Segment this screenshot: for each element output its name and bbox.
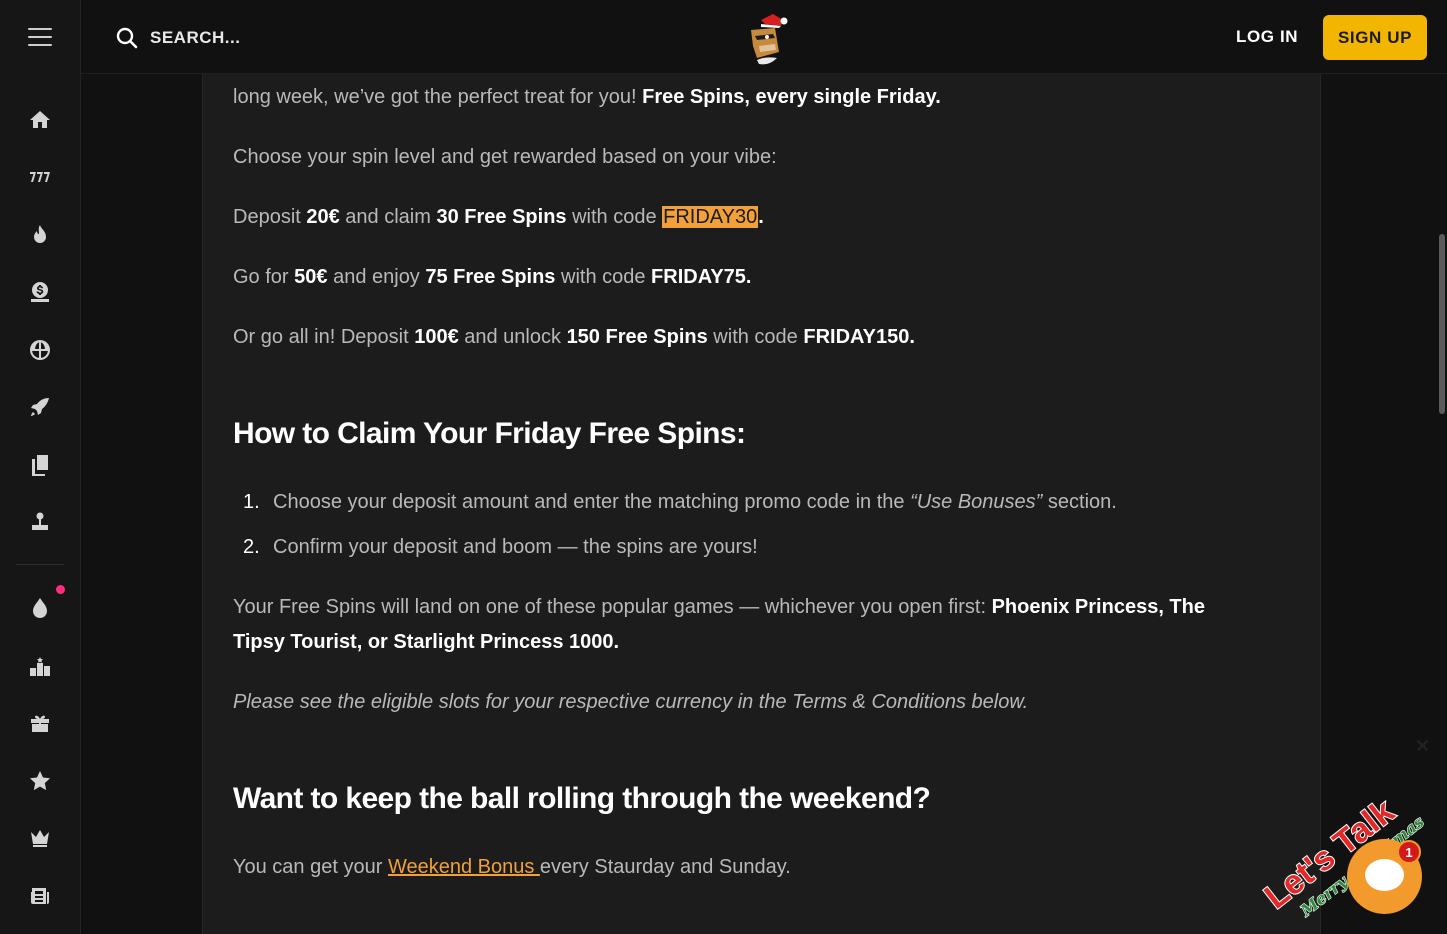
- claim-heading: How to Claim Your Friday Free Spins:: [233, 417, 746, 450]
- games-paragraph-cont: Tipsy Tourist, or Starlight Princess 100…: [233, 631, 620, 653]
- podium-icon[interactable]: [24, 651, 56, 683]
- basketball-icon[interactable]: [24, 334, 56, 366]
- step-number: 2.: [243, 536, 260, 558]
- notification-dot: [56, 585, 65, 594]
- search-icon: [116, 27, 138, 49]
- star-icon[interactable]: [24, 765, 56, 797]
- gift-icon[interactable]: [24, 707, 56, 739]
- chat-close-icon[interactable]: ✕: [1415, 736, 1430, 757]
- logo-icon[interactable]: [739, 6, 791, 68]
- menu-icon[interactable]: [28, 28, 52, 48]
- signup-button[interactable]: SIGN UP: [1323, 15, 1427, 60]
- fire-icon[interactable]: [24, 219, 56, 251]
- tier-100-paragraph: Or go all in! Deposit 100€ and unlock 15…: [233, 326, 915, 348]
- list-item: Confirm your deposit and boom — the spin…: [273, 536, 758, 558]
- spin-level-paragraph: Choose your spin level and get rewarded …: [233, 146, 777, 168]
- promo-code-friday75: FRIDAY75.: [651, 266, 752, 288]
- chat-unread-badge: 1: [1397, 840, 1421, 864]
- tier-50-paragraph: Go for 50€ and enjoy 75 Free Spins with …: [233, 266, 752, 288]
- search-bar[interactable]: SEARCH...: [115, 24, 240, 52]
- intro-paragraph: long week, we’ve got the perfect treat f…: [233, 86, 941, 108]
- search-input[interactable]: SEARCH...: [150, 28, 240, 48]
- lets-talk-banner[interactable]: Let's Talk Merry Christmas: [1258, 745, 1443, 925]
- news-icon[interactable]: [24, 880, 56, 912]
- login-button[interactable]: LOG IN: [1236, 27, 1298, 47]
- cards-icon[interactable]: [24, 449, 56, 481]
- tier-20-paragraph: Deposit 20€ and claim 30 Free Spins with…: [233, 206, 764, 228]
- promo-code-friday150: FRIDAY150.: [803, 326, 915, 348]
- slots-777-icon[interactable]: [24, 161, 56, 193]
- chat-bubble-icon: [1365, 859, 1404, 891]
- eligible-note: Please see the eligible slots for your r…: [233, 691, 1029, 713]
- crown-icon[interactable]: [24, 822, 56, 854]
- home-icon[interactable]: [24, 104, 56, 136]
- weekend-bonus-link[interactable]: Weekend Bonus: [388, 856, 540, 878]
- sidebar-divider: [16, 564, 64, 565]
- step-number: 1.: [243, 491, 260, 513]
- article-content: long week, we’ve got the perfect treat f…: [202, 74, 1321, 934]
- top-header: SEARCH... LOG IN SIGN UP: [81, 0, 1447, 74]
- joystick-icon[interactable]: [24, 506, 56, 538]
- games-paragraph: Your Free Spins will land on one of thes…: [233, 596, 1205, 618]
- money-bag-icon[interactable]: [24, 276, 56, 308]
- weekend-paragraph: You can get your Weekend Bonus every Sta…: [233, 856, 791, 878]
- list-item: Choose your deposit amount and enter the…: [273, 491, 1117, 513]
- weekend-heading: Want to keep the ball rolling through th…: [233, 782, 931, 815]
- sidebar: [0, 0, 81, 934]
- promo-code-friday30[interactable]: FRIDAY30: [662, 206, 759, 228]
- rocket-icon[interactable]: [24, 391, 56, 423]
- drop-icon[interactable]: [24, 592, 56, 624]
- scrollbar-thumb[interactable]: [1439, 234, 1445, 414]
